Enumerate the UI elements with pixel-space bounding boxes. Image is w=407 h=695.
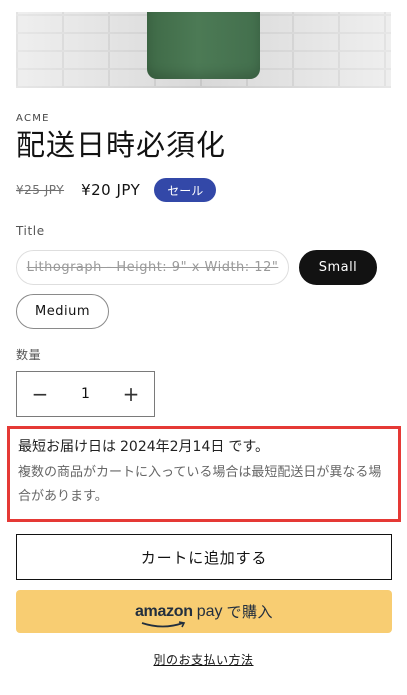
variant-option-small[interactable]: Small [299, 250, 377, 285]
product-image [16, 12, 391, 88]
price-row: ¥25 JPY ¥20 JPY セール [16, 178, 217, 202]
amazon-pay-label: で購入 [226, 603, 274, 621]
sale-badge: セール [154, 178, 217, 202]
quantity-increase-button[interactable]: + [108, 372, 154, 416]
option-label-title: Title [16, 224, 45, 238]
product-vendor: ACME [16, 113, 50, 124]
quantity-input[interactable]: 1 [63, 386, 108, 402]
variant-option-medium[interactable]: Medium [16, 294, 109, 329]
delivery-date: 2024年2月14日 [120, 439, 225, 455]
quantity-stepper: − 1 + [16, 371, 155, 417]
more-payment-options-link[interactable]: 別のお支払い方法 [0, 651, 407, 668]
compare-at-price: ¥25 JPY [16, 183, 65, 197]
amazon-smile-icon [141, 620, 186, 627]
delivery-prefix: 最短お届け日は [18, 439, 116, 455]
t-shirt-image [147, 12, 260, 79]
delivery-date-notice: 最短お届け日は 2024年2月14日 です。 複数の商品がカートに入っている場合は最… [7, 426, 401, 522]
delivery-note: 複数の商品がカートに入っている場合は最短配送日が異なる場合があります。 [18, 465, 382, 504]
quantity-label: 数量 [16, 348, 42, 362]
amazon-pay-logo: amazon pay [134, 602, 223, 627]
delivery-suffix: です。 [228, 439, 269, 455]
amazon-wordmark: amazon [134, 602, 193, 620]
product-title: 配送日時必須化 [16, 128, 227, 162]
add-to-cart-button[interactable]: カートに追加する [16, 534, 392, 580]
variant-option-lithograph[interactable]: Lithograph - Height: 9" x Width: 12" [16, 250, 289, 285]
sale-price: ¥20 JPY [81, 181, 141, 199]
amazon-pay-button[interactable]: amazon pay で購入 [16, 590, 392, 633]
quantity-decrease-button[interactable]: − [17, 372, 63, 416]
pay-wordmark: pay [196, 602, 223, 620]
delivery-date-line: 最短お届け日は 2024年2月14日 です。 [18, 437, 390, 457]
